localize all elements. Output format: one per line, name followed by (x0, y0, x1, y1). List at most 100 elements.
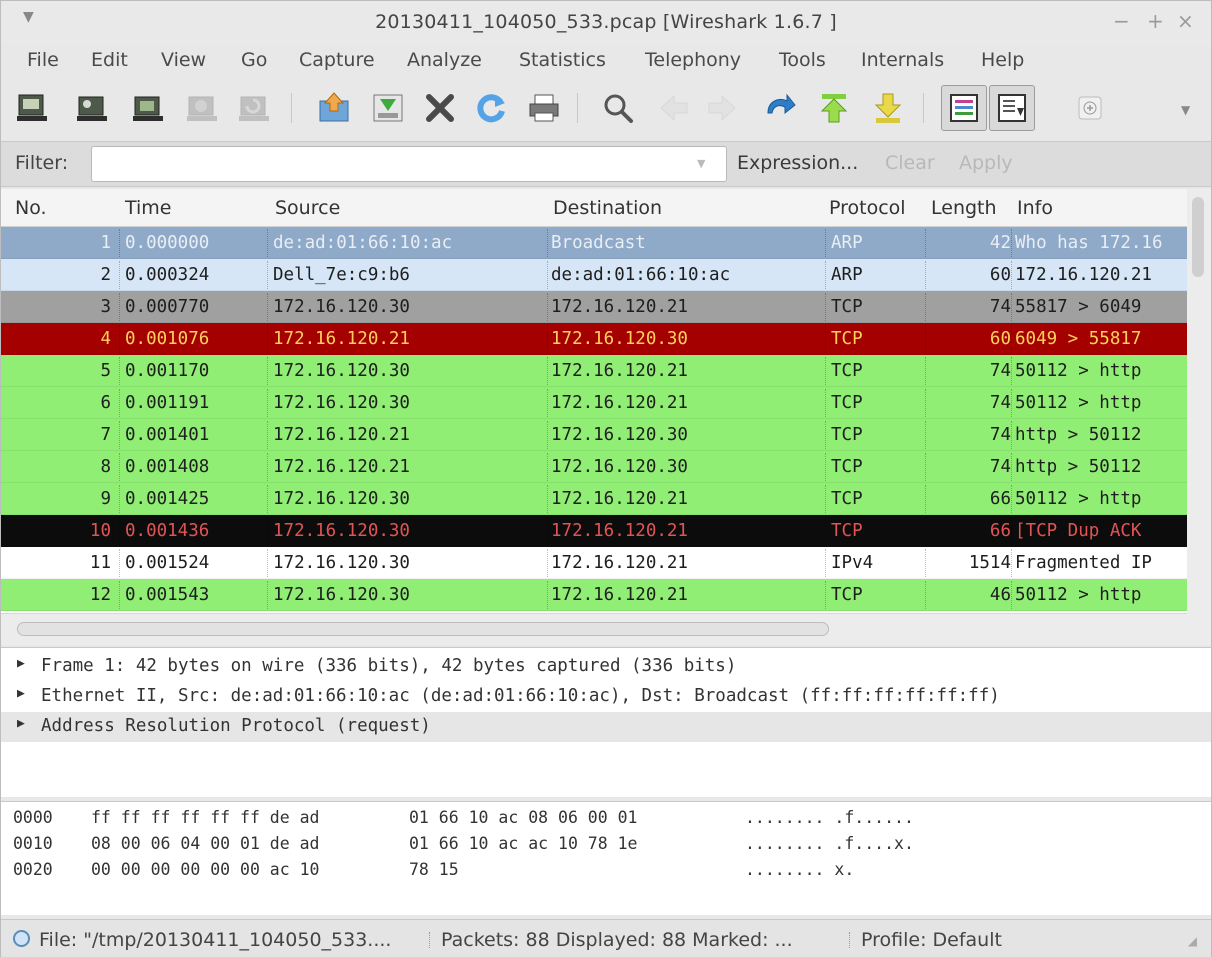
resize-grip-icon[interactable]: ◢ (1188, 934, 1197, 948)
packet-row[interactable]: 12 0.001543 172.16.120.30 172.16.120.21 TCP 4… (1, 579, 1187, 611)
packet-length: 46 (989, 585, 1011, 605)
filter-input[interactable] (91, 146, 727, 182)
packet-list-horizontal-scrollbar[interactable] (1, 613, 1187, 645)
detail-row-ethernet[interactable]: ▶ Ethernet II, Src: de:ad:01:66:10:ac (d… (1, 682, 1211, 712)
go-back-icon[interactable] (657, 91, 691, 125)
column-header-info[interactable]: Info (1017, 197, 1053, 219)
hex-bytes[interactable]: 01 66 10 ac ac 10 78 1e (409, 834, 637, 853)
menu-telephony[interactable]: Telephony (645, 49, 741, 71)
options-icon[interactable] (75, 91, 109, 125)
clear-button[interactable]: Clear (885, 152, 935, 174)
column-header-length[interactable]: Length (931, 197, 997, 219)
menu-statistics[interactable]: Statistics (519, 49, 606, 71)
start-capture-icon[interactable] (131, 91, 165, 125)
menu-tools[interactable]: Tools (779, 49, 826, 71)
go-to-packet-icon[interactable] (763, 91, 797, 125)
menu-capture[interactable]: Capture (299, 49, 375, 71)
packet-row[interactable]: 1 0.000000 de:ad:01:66:10:ac Broadcast ARP 42… (1, 227, 1187, 259)
packet-time: 0.001408 (125, 457, 210, 477)
menu-edit[interactable]: Edit (91, 49, 128, 71)
hex-ascii[interactable]: ........ .f....x. (745, 834, 914, 853)
packet-info: http > 50112 (1015, 425, 1142, 445)
detail-row-frame[interactable]: ▶ Frame 1: 42 bytes on wire (336 bits), … (1, 652, 1211, 682)
hex-bytes[interactable]: 01 66 10 ac 08 06 00 01 (409, 808, 637, 827)
packet-destination: 172.16.120.21 (551, 489, 688, 509)
scrollbar-thumb[interactable] (1192, 197, 1204, 277)
expand-arrow-icon[interactable]: ▶ (17, 656, 25, 671)
autoscroll-toggle[interactable] (989, 85, 1035, 131)
expert-info-icon[interactable] (13, 930, 30, 947)
hex-ascii[interactable]: ........ .f...... (745, 808, 914, 827)
reload-icon[interactable] (475, 91, 509, 125)
scrollbar-thumb[interactable] (17, 622, 829, 636)
hex-bytes[interactable]: 08 00 06 04 00 01 de ad (91, 834, 319, 853)
interfaces-icon[interactable] (15, 91, 49, 125)
packet-row[interactable]: 5 0.001170 172.16.120.30 172.16.120.21 TCP 74… (1, 355, 1187, 387)
go-forward-icon[interactable] (705, 91, 739, 125)
status-separator (429, 932, 430, 948)
packet-source: Dell_7e:c9:b6 (273, 265, 410, 285)
print-icon[interactable] (527, 91, 561, 125)
expand-arrow-icon[interactable]: ▶ (17, 716, 25, 731)
packet-row[interactable]: 11 0.001524 172.16.120.30 172.16.120.21 IPv4… (1, 547, 1187, 579)
status-profile[interactable]: Profile: Default (861, 929, 1002, 951)
hex-bytes[interactable]: 78 15 (409, 860, 459, 879)
column-separator (119, 549, 120, 577)
zoom-in-icon[interactable] (1077, 95, 1103, 121)
column-header-no[interactable]: No. (15, 197, 47, 219)
packet-list-rows: 1 0.000000 de:ad:01:66:10:ac Broadcast ARP 42… (1, 227, 1187, 611)
maximize-button[interactable]: + (1147, 9, 1164, 33)
first-packet-icon[interactable] (817, 91, 851, 125)
hex-ascii[interactable]: ........ x. (745, 860, 854, 879)
main-toolbar: ▼ (1, 81, 1211, 139)
column-separator (1011, 421, 1012, 449)
close-file-icon[interactable] (423, 91, 457, 125)
minimize-button[interactable]: − (1113, 9, 1130, 33)
expression-button[interactable]: Expression... (737, 152, 858, 174)
column-header-destination[interactable]: Destination (553, 197, 662, 219)
packet-protocol: TCP (831, 521, 863, 541)
close-window-button[interactable]: × (1177, 9, 1194, 33)
packet-time: 0.001436 (125, 521, 210, 541)
packet-time: 0.001401 (125, 425, 210, 445)
packet-row[interactable]: 4 0.001076 172.16.120.21 172.16.120.30 TCP 60… (1, 323, 1187, 355)
column-header-time[interactable]: Time (125, 197, 172, 219)
last-packet-icon[interactable] (871, 91, 905, 125)
open-file-icon[interactable] (317, 91, 351, 125)
menu-view[interactable]: View (161, 49, 206, 71)
detail-row-arp[interactable]: ▶ Address Resolution Protocol (request) (1, 712, 1211, 742)
toolbar-overflow-icon[interactable]: ▼ (1181, 103, 1190, 117)
column-separator (547, 517, 548, 545)
packet-source: de:ad:01:66:10:ac (273, 233, 453, 253)
packet-row[interactable]: 2 0.000324 Dell_7e:c9:b6 de:ad:01:66:10:ac A… (1, 259, 1187, 291)
filter-label: Filter: (15, 152, 69, 174)
menu-analyze[interactable]: Analyze (407, 49, 482, 71)
find-icon[interactable] (601, 91, 635, 125)
save-file-icon[interactable] (371, 91, 405, 125)
menu-internals[interactable]: Internals (861, 49, 944, 71)
colorize-toggle[interactable] (941, 85, 987, 131)
packet-row[interactable]: 7 0.001401 172.16.120.21 172.16.120.30 TCP 74… (1, 419, 1187, 451)
hex-bytes[interactable]: 00 00 00 00 00 00 ac 10 (91, 860, 319, 879)
column-header-source[interactable]: Source (275, 197, 340, 219)
packet-row[interactable]: 3 0.000770 172.16.120.30 172.16.120.21 TCP 74… (1, 291, 1187, 323)
packet-row[interactable]: 10 0.001436 172.16.120.30 172.16.120.21 TCP 6… (1, 515, 1187, 547)
packet-row[interactable]: 8 0.001408 172.16.120.21 172.16.120.30 TCP 74… (1, 451, 1187, 483)
expand-arrow-icon[interactable]: ▶ (17, 686, 25, 701)
restart-capture-icon[interactable] (237, 91, 271, 125)
menu-go[interactable]: Go (241, 49, 267, 71)
packet-source: 172.16.120.30 (273, 489, 410, 509)
filter-dropdown-icon[interactable]: ▼ (697, 157, 705, 170)
packet-row[interactable]: 6 0.001191 172.16.120.30 172.16.120.21 TCP 74… (1, 387, 1187, 419)
hex-bytes[interactable]: ff ff ff ff ff ff de ad (91, 808, 319, 827)
menu-file[interactable]: File (27, 49, 59, 71)
packet-list-vertical-scrollbar[interactable] (1187, 189, 1211, 645)
column-separator (119, 357, 120, 385)
column-separator (119, 325, 120, 353)
stop-capture-icon[interactable] (185, 91, 219, 125)
menu-help[interactable]: Help (981, 49, 1024, 71)
column-separator (825, 389, 826, 417)
column-header-protocol[interactable]: Protocol (829, 197, 906, 219)
packet-row[interactable]: 9 0.001425 172.16.120.30 172.16.120.21 TCP 66… (1, 483, 1187, 515)
apply-button[interactable]: Apply (959, 152, 1013, 174)
